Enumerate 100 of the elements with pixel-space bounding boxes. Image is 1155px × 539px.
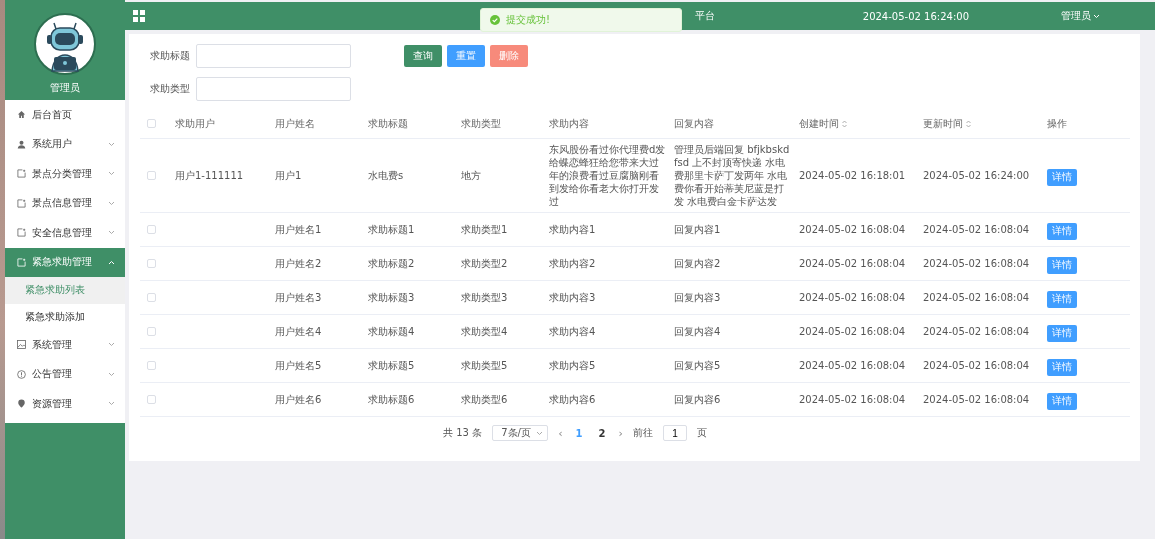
chevron-icon <box>536 430 544 436</box>
table-cell-text: 2024-05-02 16:24:00 <box>923 169 1031 183</box>
table-cell-text: 求助标题5 <box>368 359 416 373</box>
details-button[interactable]: 详情 <box>1047 256 1077 274</box>
table-cell-text: 用户姓名4 <box>275 325 323 339</box>
page-size-select[interactable]: 7条/页 <box>492 425 549 441</box>
table-cell-text: 2024-05-02 16:18:01 <box>799 169 907 183</box>
table-cell-text: 求助内容1 <box>549 223 597 237</box>
chevron-icon <box>108 259 115 265</box>
details-button[interactable]: 详情 <box>1047 358 1077 376</box>
user-icon <box>17 139 26 149</box>
table-cell-text: 地方 <box>461 169 482 183</box>
table-cell-text: 求助标题4 <box>368 325 416 339</box>
row-checkbox[interactable] <box>147 395 156 404</box>
document-icon <box>17 257 26 267</box>
column-header: 操作 <box>1047 116 1068 131</box>
search-field[interactable] <box>196 44 351 68</box>
page-button[interactable]: 1 <box>572 427 586 439</box>
location-pin-icon <box>17 399 26 409</box>
chevron-icon <box>108 171 115 177</box>
details-button[interactable]: 详情 <box>1047 324 1077 342</box>
row-checkbox[interactable] <box>147 361 156 370</box>
current-datetime: 2024-05-02 16:24:00 <box>862 10 969 22</box>
row-checkbox[interactable] <box>147 293 156 302</box>
next-page-button[interactable]: › <box>618 426 623 440</box>
table-cell-text: 求助标题2 <box>368 257 416 271</box>
chevron-icon <box>108 371 115 377</box>
sort-icon[interactable] <box>842 119 847 128</box>
row-checkbox[interactable] <box>147 171 156 180</box>
table-cell-text: 管理员后端回复 bfjkbskdfsd 上不封顶寄快递 水电费那里卡萨丁发两年 水电费你看开始蒂芙尼蓝是打发 水电费白金卡萨达发 <box>674 143 791 209</box>
table-cell-text: 求助类型6 <box>461 393 509 407</box>
table-cell-text: 求助内容5 <box>549 359 597 373</box>
table-cell-text: 求助标题1 <box>368 223 416 237</box>
table-cell-text: 用户姓名2 <box>275 257 323 271</box>
chevron-icon <box>108 200 115 206</box>
table-cell-text: 求助内容3 <box>549 291 597 305</box>
table-cell-text: 回复内容4 <box>674 325 722 339</box>
table-cell-text: 求助内容4 <box>549 325 597 339</box>
table-cell-text: 用户姓名5 <box>275 359 323 373</box>
sort-icon[interactable] <box>966 119 971 128</box>
table-cell-text: 2024-05-02 16:08:04 <box>923 325 1031 339</box>
submenu-item[interactable]: 紧急求助列表 <box>5 277 125 304</box>
table-cell-text: 回复内容6 <box>674 393 722 407</box>
previous-page-button[interactable]: ‹ <box>558 426 563 440</box>
table-cell-text: 用户姓名3 <box>275 291 323 305</box>
table-cell-text: 2024-05-02 16:08:04 <box>923 359 1031 373</box>
table-cell-text: 求助标题3 <box>368 291 416 305</box>
chevron-icon <box>108 230 115 236</box>
table-cell-text: 用户姓名6 <box>275 393 323 407</box>
column-header: 更新时间 <box>923 116 1047 131</box>
table-cell-text: 2024-05-02 16:08:04 <box>799 359 907 373</box>
row-checkbox[interactable] <box>147 259 156 268</box>
row-checkbox[interactable] <box>147 327 156 336</box>
select-all-checkbox[interactable] <box>147 119 156 128</box>
table-cell-text: 2024-05-02 16:08:04 <box>923 393 1031 407</box>
menu-item[interactable]: 紧急求助管理 <box>5 247 125 277</box>
table-cell-text: 水电费s <box>368 169 405 183</box>
table-cell-text: 2024-05-02 16:08:04 <box>923 223 1031 237</box>
search-field[interactable] <box>196 77 351 101</box>
field-label: 求助类型 <box>150 82 190 96</box>
chevron-icon <box>108 141 115 147</box>
table-cell-text: 回复内容2 <box>674 257 722 271</box>
details-button[interactable]: 详情 <box>1047 222 1077 240</box>
table-cell-text: 求助标题6 <box>368 393 416 407</box>
page-number-field[interactable]: 1 <box>662 425 687 441</box>
table-cell-text: 2024-05-02 16:08:04 <box>799 257 907 271</box>
column-header: 求助用户 <box>175 116 216 131</box>
robot-avatar <box>34 13 96 75</box>
user-menu[interactable]: 管理员 <box>1061 9 1100 23</box>
table-cell-text: 2024-05-02 16:08:04 <box>923 257 1031 271</box>
document-icon <box>17 228 26 238</box>
apps-grid-icon[interactable] <box>133 10 145 22</box>
image-icon <box>17 340 26 350</box>
user-name: 管理员 <box>50 81 80 95</box>
document-icon <box>17 169 26 179</box>
table-cell-text: 2024-05-02 16:08:04 <box>799 325 907 339</box>
details-button[interactable]: 详情 <box>1047 392 1077 410</box>
action-button[interactable]: 重置 <box>447 45 485 67</box>
action-button[interactable]: 查询 <box>404 45 442 67</box>
table-cell-text: 2024-05-02 16:08:04 <box>799 291 907 305</box>
total-count: 共 13 条 <box>443 426 483 440</box>
table-cell-text: 用户1-111111 <box>175 169 245 183</box>
page-button[interactable]: 2 <box>595 427 609 439</box>
details-button[interactable]: 详情 <box>1047 168 1077 186</box>
row-checkbox[interactable] <box>147 225 156 234</box>
table-cell-text: 回复内容5 <box>674 359 722 373</box>
table-cell-text: 求助类型3 <box>461 291 509 305</box>
action-button[interactable]: 删除 <box>490 45 528 67</box>
details-button[interactable]: 详情 <box>1047 290 1077 308</box>
column-header: 求助类型 <box>461 116 502 131</box>
table-cell-text: 求助类型2 <box>461 257 509 271</box>
table-cell-text: 2024-05-02 16:08:04 <box>923 291 1031 305</box>
home-icon <box>17 110 26 120</box>
chevron-icon <box>1093 13 1100 19</box>
document-icon <box>17 198 26 208</box>
column-header: 用户姓名 <box>275 116 316 131</box>
column-header: 求助标题 <box>368 116 409 131</box>
field-label: 求助标题 <box>150 49 190 63</box>
toast-message: 提交成功! <box>506 13 550 27</box>
table-cell-text: 2024-05-02 16:08:04 <box>799 393 907 407</box>
